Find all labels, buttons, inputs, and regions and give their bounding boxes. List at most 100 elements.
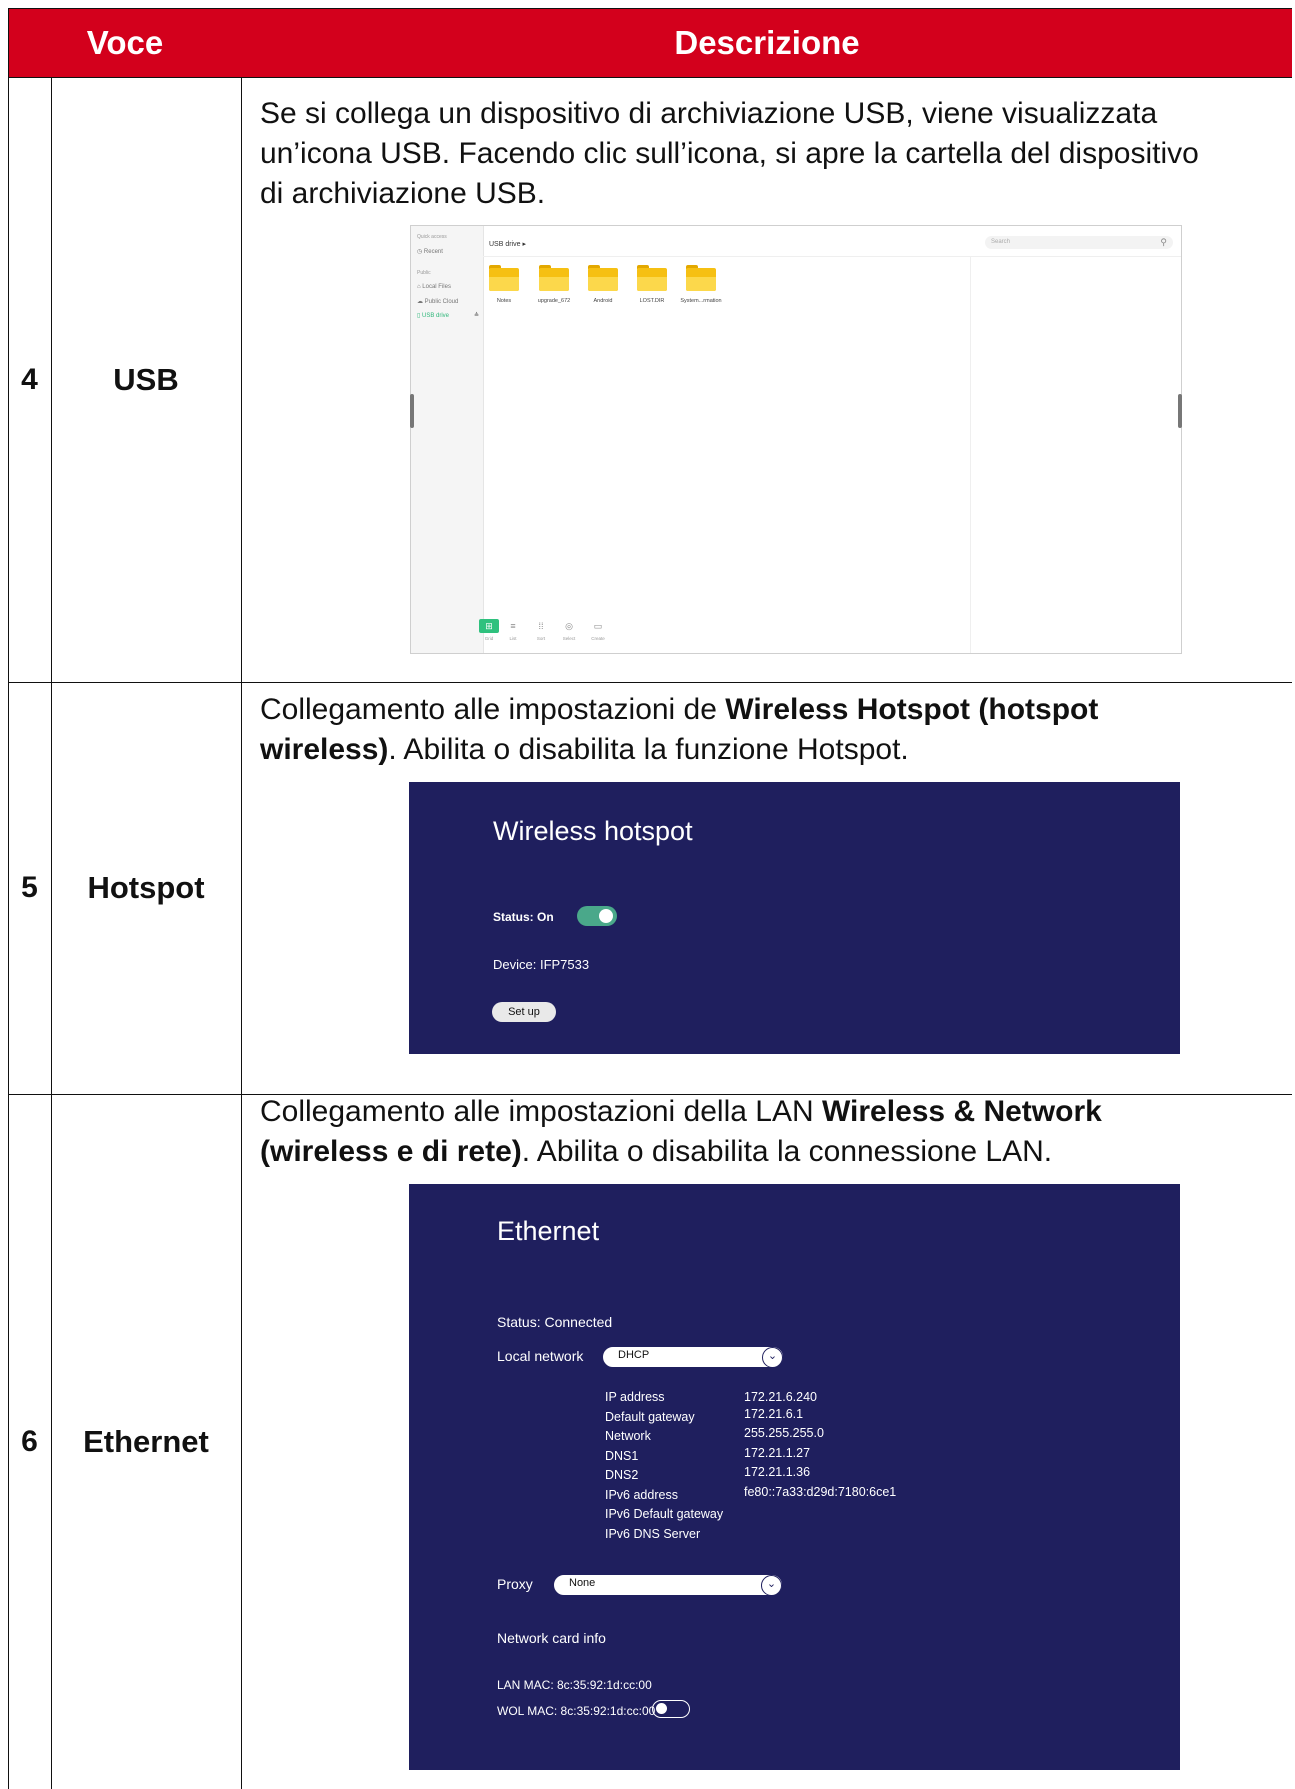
field-row: IPv6 address fe80::7a33:d29d:7180:6ce1 bbox=[605, 1485, 896, 1506]
lan-mac: LAN MAC: 8c:35:92:1d:cc:00 bbox=[497, 1678, 652, 1692]
fm-local-files-label: Local Files bbox=[422, 284, 451, 290]
row-description: Collegamento alle impostazioni della LAN… bbox=[260, 1092, 1270, 1172]
row-item: USB bbox=[113, 361, 179, 397]
folder-icon[interactable] bbox=[686, 265, 716, 291]
field-value: 172.21.1.36 bbox=[744, 1465, 811, 1479]
fm-quick-access: Quick access bbox=[417, 234, 447, 240]
proxy-label: Proxy bbox=[497, 1576, 533, 1592]
row-number: 5 bbox=[21, 871, 38, 904]
field-row: Network 255.255.255.0 bbox=[605, 1426, 824, 1447]
fm-sidebar: Quick access ◷ Recent Public ⌂ Local Fil… bbox=[411, 226, 484, 653]
field-row: IPv6 DNS Server bbox=[605, 1525, 723, 1545]
row-number: 6 bbox=[21, 1424, 38, 1458]
field-row: IPv6 Default gateway bbox=[605, 1505, 723, 1525]
desc-text: . Abilita o disabilita la funzione Hotsp… bbox=[388, 733, 909, 766]
toolbar-label: Sort bbox=[536, 636, 546, 641]
toolbar-label: Select bbox=[562, 636, 576, 641]
desc-line: un’icona USB. Facendo clic sull’icona, s… bbox=[260, 137, 1199, 170]
field-label: DNS2 bbox=[605, 1468, 639, 1482]
hotspot-status-label: Status: On bbox=[493, 910, 554, 924]
field-label: DNS1 bbox=[605, 1448, 639, 1463]
clock-icon: ◷ bbox=[417, 249, 423, 255]
usb-icon: ▯ bbox=[417, 313, 421, 319]
hotspot-title: Wireless hotspot bbox=[493, 816, 693, 846]
toggle-knob bbox=[599, 909, 613, 923]
fm-breadcrumb[interactable]: USB drive ▸ bbox=[489, 240, 526, 248]
hotspot-device-label: Device: IFP7533 bbox=[493, 957, 590, 972]
hotspot-toggle[interactable] bbox=[577, 906, 617, 926]
line-col2 bbox=[241, 77, 242, 1789]
row-description: Se si collega un dispositivo di archivia… bbox=[260, 94, 1270, 214]
select-icon[interactable]: ◎ bbox=[559, 619, 579, 633]
desc-bold: (wireless e di rete) bbox=[260, 1135, 522, 1168]
field-label: IPv6 Default gateway bbox=[605, 1507, 724, 1521]
field-label: IP address bbox=[605, 1390, 665, 1404]
fm-local-files-item[interactable]: ⌂ Local Files bbox=[417, 284, 451, 290]
toolbar-label: Create bbox=[591, 636, 605, 641]
chevron-down-icon[interactable]: ⌄ bbox=[761, 1575, 782, 1596]
wol-toggle[interactable] bbox=[652, 1700, 690, 1718]
fm-recent-item[interactable]: ◷ Recent bbox=[417, 248, 443, 255]
chevron-down-icon[interactable]: ⌄ bbox=[762, 1347, 783, 1368]
list-view-icon[interactable]: ≡ bbox=[503, 619, 523, 633]
fm-usb-drive-item[interactable]: ▯ USB drive ≜ bbox=[417, 312, 479, 319]
row-description: Collegamento alle impostazioni de Wirele… bbox=[260, 690, 1270, 770]
desc-line: Collegamento alle impostazioni della LAN… bbox=[260, 1092, 1270, 1132]
search-icon[interactable]: ⚲ bbox=[1160, 236, 1167, 249]
desc-line: di archiviazione USB. bbox=[260, 177, 546, 210]
ethernet-status: Status: Connected bbox=[497, 1314, 613, 1330]
fm-search-placeholder: Search bbox=[991, 239, 1011, 245]
field-row: DNS1 172.21.1.27 bbox=[605, 1446, 810, 1467]
right-edge-handle[interactable] bbox=[1178, 394, 1182, 428]
field-value: 172.21.6.1 bbox=[744, 1406, 804, 1421]
field-label: IPv6 address bbox=[605, 1487, 678, 1502]
field-label: Network bbox=[605, 1429, 651, 1443]
create-folder-icon[interactable]: ▭ bbox=[588, 619, 608, 633]
desc-line: Se si collega un dispositivo di archivia… bbox=[260, 97, 1158, 130]
folder-icon[interactable] bbox=[588, 265, 618, 291]
network-card-info-heading: Network card info bbox=[497, 1630, 606, 1646]
row-item: Hotspot bbox=[87, 870, 205, 905]
sort-icon[interactable]: ⁞⁞ bbox=[531, 619, 551, 633]
line-top bbox=[8, 8, 1292, 9]
header-item: Voce bbox=[8, 8, 242, 77]
home-icon: ⌂ bbox=[417, 284, 421, 290]
toolbar-label: Grid bbox=[484, 636, 494, 641]
eject-icon[interactable]: ≜ bbox=[474, 312, 479, 319]
row-number: 4 bbox=[21, 362, 38, 396]
desc-text: . Abilita o disabilita la connessione LA… bbox=[521, 1135, 1053, 1168]
field-value: 255.255.255.0 bbox=[744, 1426, 824, 1440]
fm-public-cloud-item[interactable]: ☁ Public Cloud bbox=[417, 298, 458, 305]
grid-view-icon[interactable]: ⊞ bbox=[479, 619, 499, 633]
desc-bold: wireless) bbox=[260, 733, 389, 766]
desc-text: Collegamento alle impostazioni de bbox=[260, 693, 726, 726]
field-label: Default gateway bbox=[605, 1409, 695, 1424]
field-value: fe80::7a33:d29d:7180:6ce1 bbox=[744, 1484, 897, 1499]
folder-icon[interactable] bbox=[637, 265, 667, 291]
desc-text: Collegamento alle impostazioni della LAN bbox=[260, 1095, 822, 1128]
toggle-knob bbox=[656, 1703, 667, 1714]
fm-usb-drive-label: USB drive bbox=[421, 313, 449, 319]
fm-recent-label: Recent bbox=[423, 249, 443, 255]
local-network-value: DHCP bbox=[618, 1349, 650, 1361]
desc-line: wireless). Abilita o disabilita la funzi… bbox=[260, 730, 1270, 770]
desc-bold: Wireless Hotspot (hotspot bbox=[725, 693, 1099, 726]
folder-icon[interactable] bbox=[539, 265, 569, 291]
fm-public: Public bbox=[417, 270, 431, 276]
local-network-dropdown[interactable]: DHCP ⌄ bbox=[603, 1347, 783, 1368]
field-row: DNS2 172.21.1.36 bbox=[605, 1465, 810, 1486]
fm-search-input[interactable]: Search ⚲ bbox=[985, 236, 1173, 249]
left-edge-handle[interactable] bbox=[410, 394, 414, 428]
cloud-icon: ☁ bbox=[417, 299, 423, 305]
ip-fields: IP address 172.21.6.240 Default gateway 17… bbox=[605, 1388, 896, 1545]
setup-button[interactable]: Set up bbox=[492, 1002, 556, 1022]
usb-file-manager-screenshot: Quick access ◷ Recent Public ⌂ Local Fil… bbox=[410, 225, 1182, 654]
field-label: IPv6 DNS Server bbox=[605, 1526, 701, 1541]
ethernet-title: Ethernet bbox=[497, 1216, 600, 1246]
folder-icon[interactable] bbox=[489, 265, 519, 291]
proxy-dropdown[interactable]: None ⌄ bbox=[554, 1575, 782, 1596]
fm-detail-pane bbox=[970, 256, 1181, 653]
field-value: 172.21.1.27 bbox=[744, 1445, 811, 1460]
toolbar-label: List bbox=[509, 636, 517, 641]
local-network-label: Local network bbox=[497, 1348, 584, 1364]
